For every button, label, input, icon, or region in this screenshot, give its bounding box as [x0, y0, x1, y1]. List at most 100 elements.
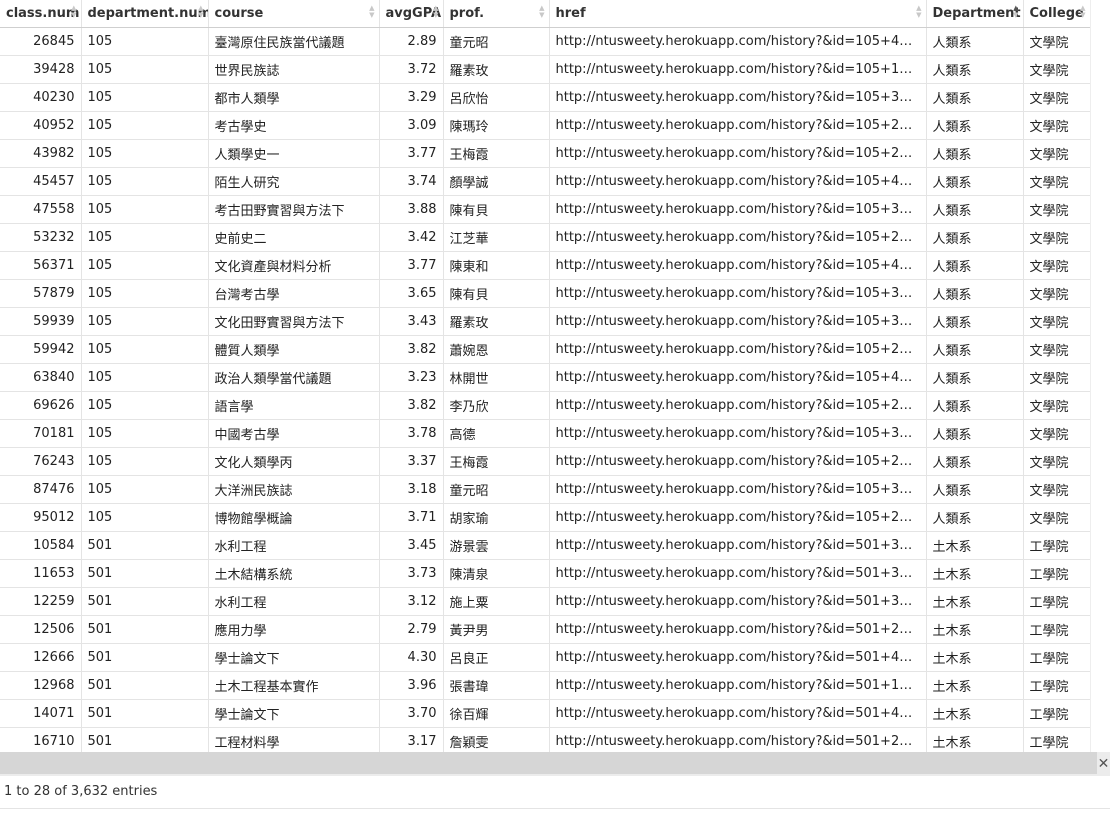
column-header-college[interactable]: College ▲ ▼: [1023, 0, 1090, 28]
table-cell: 文學院: [1023, 223, 1090, 252]
vertical-scrollbar[interactable]: [1090, 0, 1110, 752]
table-cell: 施上粟: [443, 587, 550, 616]
table-cell: 3.77: [379, 251, 444, 280]
table-body: 26845 105 臺灣原住民族當代議題 2.89 童元昭 http://ntusweet…: [0, 27, 1090, 752]
table-cell: 12259: [0, 587, 82, 616]
table-row[interactable]: 12259 501 水利工程 3.12 施上粟 http://ntusweety.hero…: [0, 587, 1090, 616]
table-row[interactable]: 12506 501 應用力學 2.79 黃尹男 http://ntusweety.hero…: [0, 615, 1090, 644]
table-cell: 人類系: [926, 447, 1024, 476]
column-header-label: College: [1029, 6, 1084, 21]
table-row[interactable]: 70181 105 中國考古學 3.78 高德 http://ntusweety.hero…: [0, 419, 1090, 448]
sort-icon[interactable]: ▲ ▼: [916, 5, 921, 19]
table-row[interactable]: 53232 105 史前史二 3.42 江芝華 http://ntusweety.hero…: [0, 223, 1090, 252]
table-cell: 16710: [0, 727, 82, 752]
table-row[interactable]: 47558 105 考古田野實習與方法下 3.88 陳有貝 http://ntusweet…: [0, 195, 1090, 224]
table-row[interactable]: 95012 105 博物館學概論 3.71 胡家瑜 http://ntusweety.he…: [0, 503, 1090, 532]
table-cell: 陳清泉: [443, 559, 550, 588]
table-cell: 文學院: [1023, 447, 1090, 476]
table-cell: 黃尹男: [443, 615, 550, 644]
table-row[interactable]: 45457 105 陌生人研究 3.74 顏學誠 http://ntusweety.her…: [0, 167, 1090, 196]
table-row[interactable]: 14071 501 學士論文下 3.70 徐百輝 http://ntusweety.her…: [0, 699, 1090, 728]
table-cell: 人類系: [926, 195, 1024, 224]
table-row[interactable]: 87476 105 大洋洲民族誌 3.18 童元昭 http://ntusweety.he…: [0, 475, 1090, 504]
table-cell: 博物館學概論: [208, 503, 380, 532]
table-cell: http://ntusweety.herokuapp.com/history?&…: [549, 447, 927, 476]
table-row[interactable]: 12666 501 學士論文下 4.30 呂良正 http://ntusweety.her…: [0, 643, 1090, 672]
table-cell: 文學院: [1023, 139, 1090, 168]
table-cell: 土木系: [926, 531, 1024, 560]
table-cell: 105: [81, 363, 209, 392]
table-cell: 95012: [0, 503, 82, 532]
column-header-href[interactable]: href ▲ ▼: [549, 0, 927, 28]
table-cell: 人類系: [926, 27, 1024, 56]
table-row[interactable]: 16710 501 工程材料學 3.17 詹穎雯 http://ntusweety.her…: [0, 727, 1090, 752]
table-cell: 學士論文下: [208, 699, 380, 728]
table-row[interactable]: 11653 501 土木結構系統 3.73 陳清泉 http://ntusweety.he…: [0, 559, 1090, 588]
table-cell: http://ntusweety.herokuapp.com/history?&…: [549, 27, 927, 56]
table-cell: 都市人類學: [208, 83, 380, 112]
table-row[interactable]: 63840 105 政治人類學當代議題 3.23 林開世 http://ntusweety…: [0, 363, 1090, 392]
sort-icon[interactable]: ▲ ▼: [1080, 5, 1085, 19]
table-cell: 學士論文下: [208, 643, 380, 672]
table-row[interactable]: 40952 105 考古學史 3.09 陳瑪玲 http://ntusweety.hero…: [0, 111, 1090, 140]
table-cell: 人類系: [926, 111, 1024, 140]
table-row[interactable]: 76243 105 文化人類學丙 3.37 王梅霞 http://ntusweety.he…: [0, 447, 1090, 476]
table-cell: 人類系: [926, 55, 1024, 84]
table-cell: 105: [81, 475, 209, 504]
table-cell: 文學院: [1023, 419, 1090, 448]
column-header-prof[interactable]: prof. ▲ ▼: [443, 0, 550, 28]
sort-icon[interactable]: ▲ ▼: [539, 5, 544, 19]
table-row[interactable]: 56371 105 文化資產與材料分析 3.77 陳東和 http://ntusweety…: [0, 251, 1090, 280]
column-header-avggpa[interactable]: avgGPA ▲ ▼: [379, 0, 444, 28]
column-header-department[interactable]: Department ▲ ▼: [926, 0, 1024, 28]
table-row[interactable]: 43982 105 人類學史一 3.77 王梅霞 http://ntusweety.her…: [0, 139, 1090, 168]
table-cell: 40230: [0, 83, 82, 112]
table-row[interactable]: 59942 105 體質人類學 3.82 蕭婉恩 http://ntusweety.her…: [0, 335, 1090, 364]
sort-icon[interactable]: ▲ ▼: [198, 5, 203, 19]
table-cell: 文化人類學丙: [208, 447, 380, 476]
table-row[interactable]: 59939 105 文化田野實習與方法下 3.43 羅素玫 http://ntusweet…: [0, 307, 1090, 336]
table-cell: 水利工程: [208, 587, 380, 616]
table-cell: 顏學誠: [443, 167, 550, 196]
table-row[interactable]: 12968 501 土木工程基本實作 3.96 張書瑋 http://ntusweety.…: [0, 671, 1090, 700]
table-cell: http://ntusweety.herokuapp.com/history?&…: [549, 335, 927, 364]
table-cell: 人類系: [926, 279, 1024, 308]
table-cell: 語言學: [208, 391, 380, 420]
column-header-class-num[interactable]: class.num ▲ ▼: [0, 0, 82, 28]
table-cell: 45457: [0, 167, 82, 196]
table-row[interactable]: 26845 105 臺灣原住民族當代議題 2.89 童元昭 http://ntusweet…: [0, 27, 1090, 56]
table-row[interactable]: 57879 105 台灣考古學 3.65 陳有貝 http://ntusweety.her…: [0, 279, 1090, 308]
table-cell: 游景雲: [443, 531, 550, 560]
table-row[interactable]: 40230 105 都市人類學 3.29 呂欣怡 http://ntusweety.her…: [0, 83, 1090, 112]
table-cell: 105: [81, 139, 209, 168]
table-cell: http://ntusweety.herokuapp.com/history?&…: [549, 475, 927, 504]
column-header-department-num[interactable]: department.num ▲ ▼: [81, 0, 209, 28]
table-cell: 人類系: [926, 391, 1024, 420]
table-cell: 土木系: [926, 587, 1024, 616]
table-row[interactable]: 39428 105 世界民族誌 3.72 羅素玫 http://ntusweety.her…: [0, 55, 1090, 84]
table-cell: 39428: [0, 55, 82, 84]
table-row[interactable]: 10584 501 水利工程 3.45 游景雲 http://ntusweety.hero…: [0, 531, 1090, 560]
table-cell: 文學院: [1023, 251, 1090, 280]
table-cell: 政治人類學當代議題: [208, 363, 380, 392]
table-cell: http://ntusweety.herokuapp.com/history?&…: [549, 139, 927, 168]
sort-icon[interactable]: ▲ ▼: [71, 5, 76, 19]
column-header-course[interactable]: course ▲ ▼: [208, 0, 380, 28]
table-cell: 土木結構系統: [208, 559, 380, 588]
table-cell: 工學院: [1023, 699, 1090, 728]
table-cell: 文化田野實習與方法下: [208, 307, 380, 336]
table-cell: 26845: [0, 27, 82, 56]
table-row[interactable]: 69626 105 語言學 3.82 李乃欣 http://ntusweety.herok…: [0, 391, 1090, 420]
table-cell: 工學院: [1023, 615, 1090, 644]
close-icon[interactable]: ✕: [1097, 754, 1110, 774]
sort-icon[interactable]: ▲ ▼: [369, 5, 374, 19]
table-cell: 文學院: [1023, 167, 1090, 196]
table-cell: 文學院: [1023, 279, 1090, 308]
table-cell: 14071: [0, 699, 82, 728]
sort-icon[interactable]: ▲ ▼: [1013, 5, 1018, 19]
sort-icon[interactable]: ▲ ▼: [433, 5, 438, 19]
data-table-container: class.num ▲ ▼ department.num ▲ ▼ course ▲ ▼ avgGP…: [0, 0, 1090, 752]
table-cell: 501: [81, 587, 209, 616]
table-cell: 文學院: [1023, 27, 1090, 56]
horizontal-scrollbar-thumb[interactable]: [0, 752, 1097, 774]
